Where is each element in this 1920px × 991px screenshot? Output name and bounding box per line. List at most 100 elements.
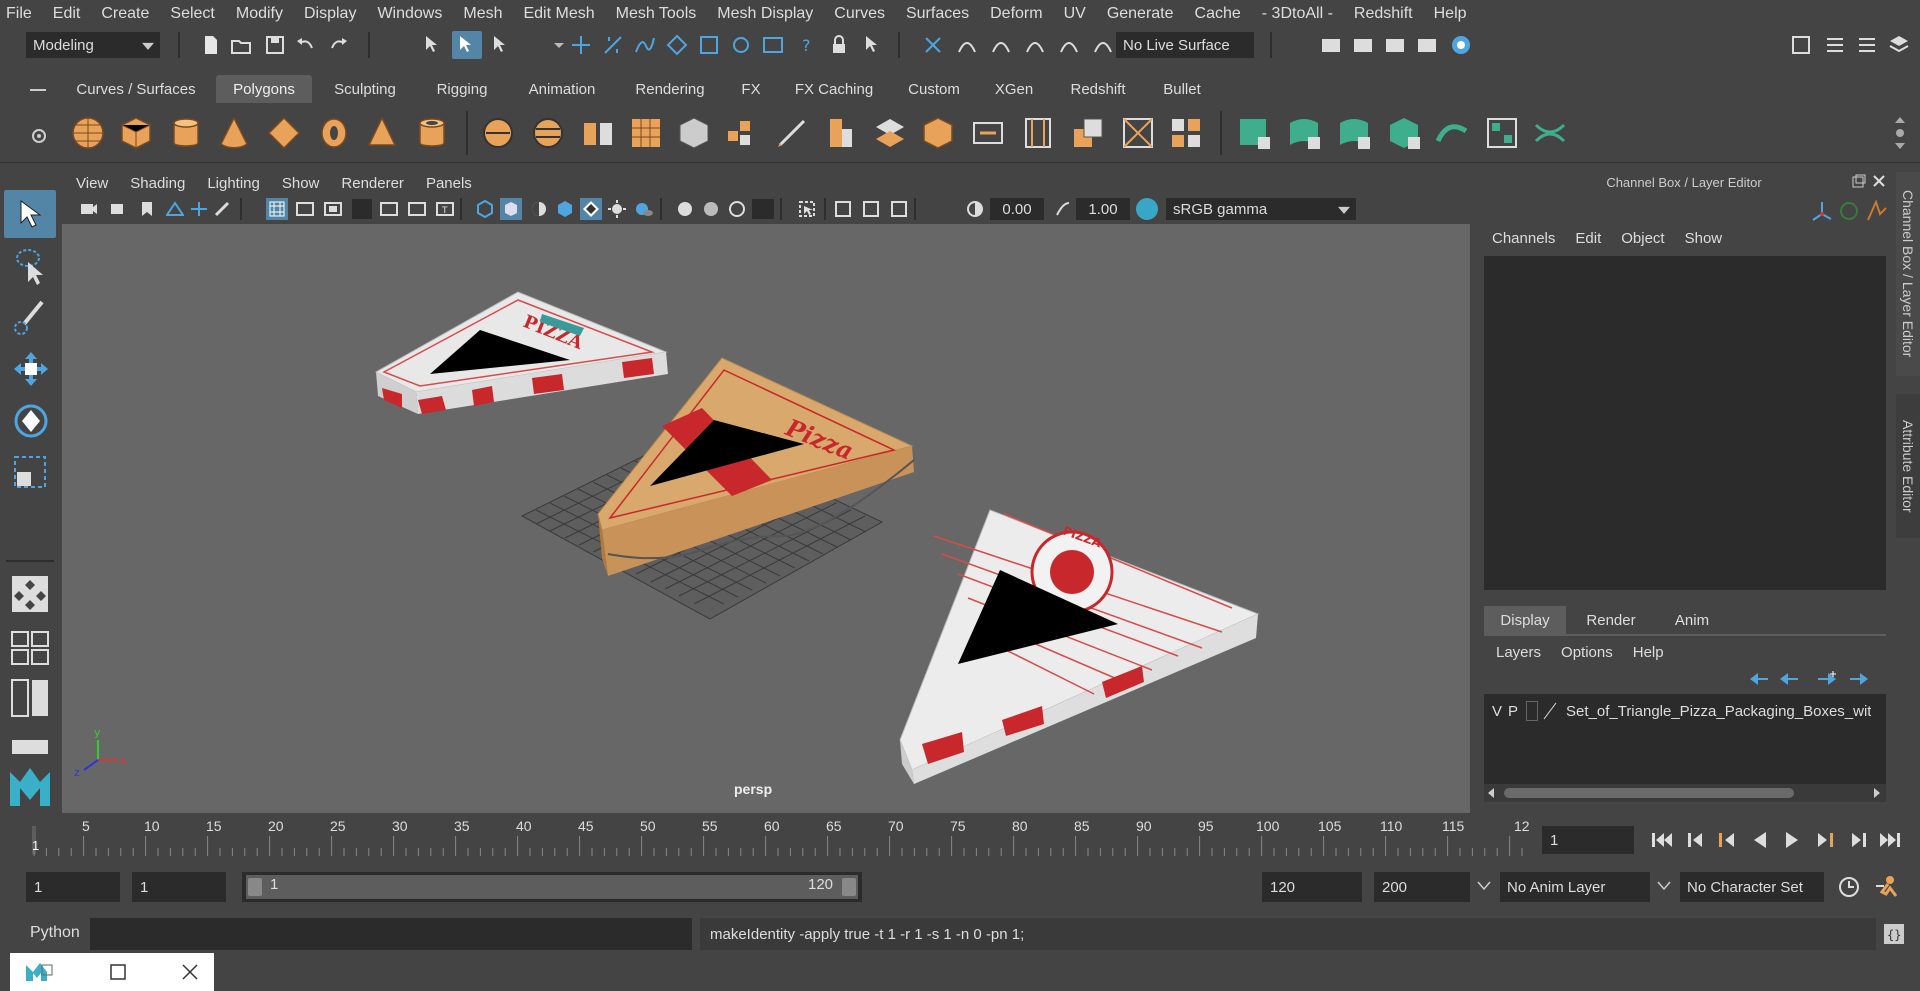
range-handle-end[interactable] [842,878,856,896]
redo-icon[interactable] [328,34,350,56]
symmetry-icon[interactable] [862,34,884,56]
multi-cut-icon[interactable] [774,115,810,151]
bookmark-icon[interactable] [140,201,154,217]
tab-fx-caching[interactable]: FX Caching [786,75,882,103]
motion-blur-icon[interactable] [702,200,720,218]
four-view-layout-icon[interactable] [10,630,50,666]
scene-end-field[interactable] [1374,872,1470,902]
safe-action-icon[interactable] [408,201,426,217]
channel-menu-show[interactable]: Show [1685,230,1723,247]
xray-components-icon[interactable] [890,200,908,218]
hypershade-icon[interactable] [1450,34,1472,56]
channel-menu-channels[interactable]: Channels [1492,230,1555,247]
tab-rendering[interactable]: Rendering [622,75,718,103]
wireframe-icon[interactable] [476,200,494,218]
camera-attributes-icon[interactable] [110,201,128,217]
menu-display[interactable]: Display [298,5,362,23]
animation-preferences-icon[interactable] [1874,874,1902,900]
menu-help[interactable]: Help [1428,5,1473,23]
side-tab-channel-box[interactable]: Channel Box / Layer Editor [1896,172,1920,376]
fill-hole-icon[interactable] [1120,115,1156,151]
viewport-menu-view[interactable]: View [76,175,108,192]
go-to-end-icon[interactable] [1878,830,1902,850]
step-forward-frame-icon[interactable] [1814,830,1836,850]
tab-custom[interactable]: Custom [892,75,976,103]
tab-rigging[interactable]: Rigging [420,75,504,103]
scroll-thumb[interactable] [1504,788,1794,798]
exposure-icon[interactable] [966,200,984,218]
anim-layer-dropdown[interactable]: No Anim Layer [1500,872,1650,902]
tool-settings-icon[interactable] [1856,34,1878,56]
wireframe-on-shaded-icon[interactable] [556,200,574,218]
field-chart-icon[interactable] [380,201,398,217]
move-layer-down-icon[interactable] [1778,670,1800,688]
layer-tab-render[interactable]: Render [1570,606,1652,634]
textured-button[interactable] [580,198,602,220]
manipulator-icon[interactable] [1810,200,1834,222]
insert-edge-loop-icon[interactable] [970,115,1006,151]
play-forwards-icon[interactable] [1782,830,1802,850]
xray-joints-icon[interactable] [862,200,880,218]
poly-pyramid-icon[interactable] [364,115,400,151]
new-layer-selected-icon[interactable] [1848,670,1870,688]
menu-uv[interactable]: UV [1058,5,1092,23]
live-surface-field[interactable]: No Live Surface [1116,32,1254,58]
menu-select[interactable]: Select [164,5,220,23]
shelf-scroll-icon[interactable] [1892,113,1908,153]
uv-editor-icon[interactable] [1236,115,1272,151]
separate-icon[interactable] [530,115,566,151]
close-icon[interactable] [1872,174,1886,188]
shadows-icon[interactable] [634,200,654,218]
poly-cylinder-icon[interactable] [168,115,204,151]
layer-visibility-toggle[interactable]: V [1492,703,1508,720]
all-lights-icon[interactable] [608,200,626,218]
auto-key-icon[interactable] [1836,874,1862,900]
menu-edit-mesh[interactable]: Edit Mesh [517,5,600,23]
xray-icon[interactable] [834,200,852,218]
persp-graph-layout-icon[interactable] [10,730,50,766]
color-space-dropdown[interactable]: sRGB gamma [1166,198,1356,220]
layer-menu-options[interactable]: Options [1561,644,1613,661]
gamma-icon[interactable] [1054,200,1072,218]
maximize-icon[interactable] [108,962,128,982]
extract-icon[interactable] [580,115,616,151]
tab-bullet[interactable]: Bullet [1148,75,1216,103]
undo-icon[interactable] [294,34,316,56]
poly-pipe-icon[interactable] [414,115,450,151]
isolate-select-icon[interactable] [798,200,816,218]
resolution-gate-icon[interactable] [324,201,342,217]
select-tool-button[interactable] [4,190,56,238]
chevron-down-icon[interactable] [548,34,570,56]
snap-to-surface-icon[interactable] [1058,34,1080,56]
menu-windows[interactable]: Windows [371,5,448,23]
menu-file[interactable]: File [0,5,38,23]
menu-create[interactable]: Create [95,5,155,23]
range-slider-track[interactable] [246,875,858,899]
layer-tab-anim[interactable]: Anim [1654,606,1730,634]
move-layer-up-icon[interactable] [1748,670,1770,688]
command-input[interactable] [90,918,692,950]
3d-viewport[interactable]: PIZZA Pizza PIZZA y x z persp [62,224,1470,813]
uv-layout-icon[interactable] [1484,115,1520,151]
help-icon[interactable]: ? [796,34,818,56]
new-layer-icon[interactable] [1816,670,1838,688]
layer-row[interactable]: V P Set_of_Triangle_Pizza_Packaging_Boxe… [1484,698,1886,724]
step-back-frame-icon[interactable] [1716,830,1738,850]
viewport-menu-lighting[interactable]: Lighting [207,175,260,192]
gate-mask-button[interactable] [352,199,372,219]
offset-edge-loop-icon[interactable] [1020,115,1056,151]
scale-tool-icon[interactable] [12,454,50,492]
default-material-icon[interactable] [530,200,548,218]
command-language-label[interactable]: Python [30,924,80,942]
layer-type-toggle[interactable] [1526,701,1538,721]
menu-deform[interactable]: Deform [984,5,1048,23]
modeling-toolkit-icon[interactable] [1790,34,1812,56]
safe-title-icon[interactable]: T [436,201,454,217]
layer-name[interactable]: Set_of_Triangle_Pizza_Packaging_Boxes_wi… [1566,703,1871,720]
playback-start-field[interactable] [132,872,226,902]
viewport-menu-panels[interactable]: Panels [426,175,472,192]
layer-tab-display[interactable]: Display [1484,606,1566,634]
channel-menu-edit[interactable]: Edit [1575,230,1601,247]
step-back-key-icon[interactable] [1686,830,1706,850]
poly-torus-icon[interactable] [316,115,352,151]
